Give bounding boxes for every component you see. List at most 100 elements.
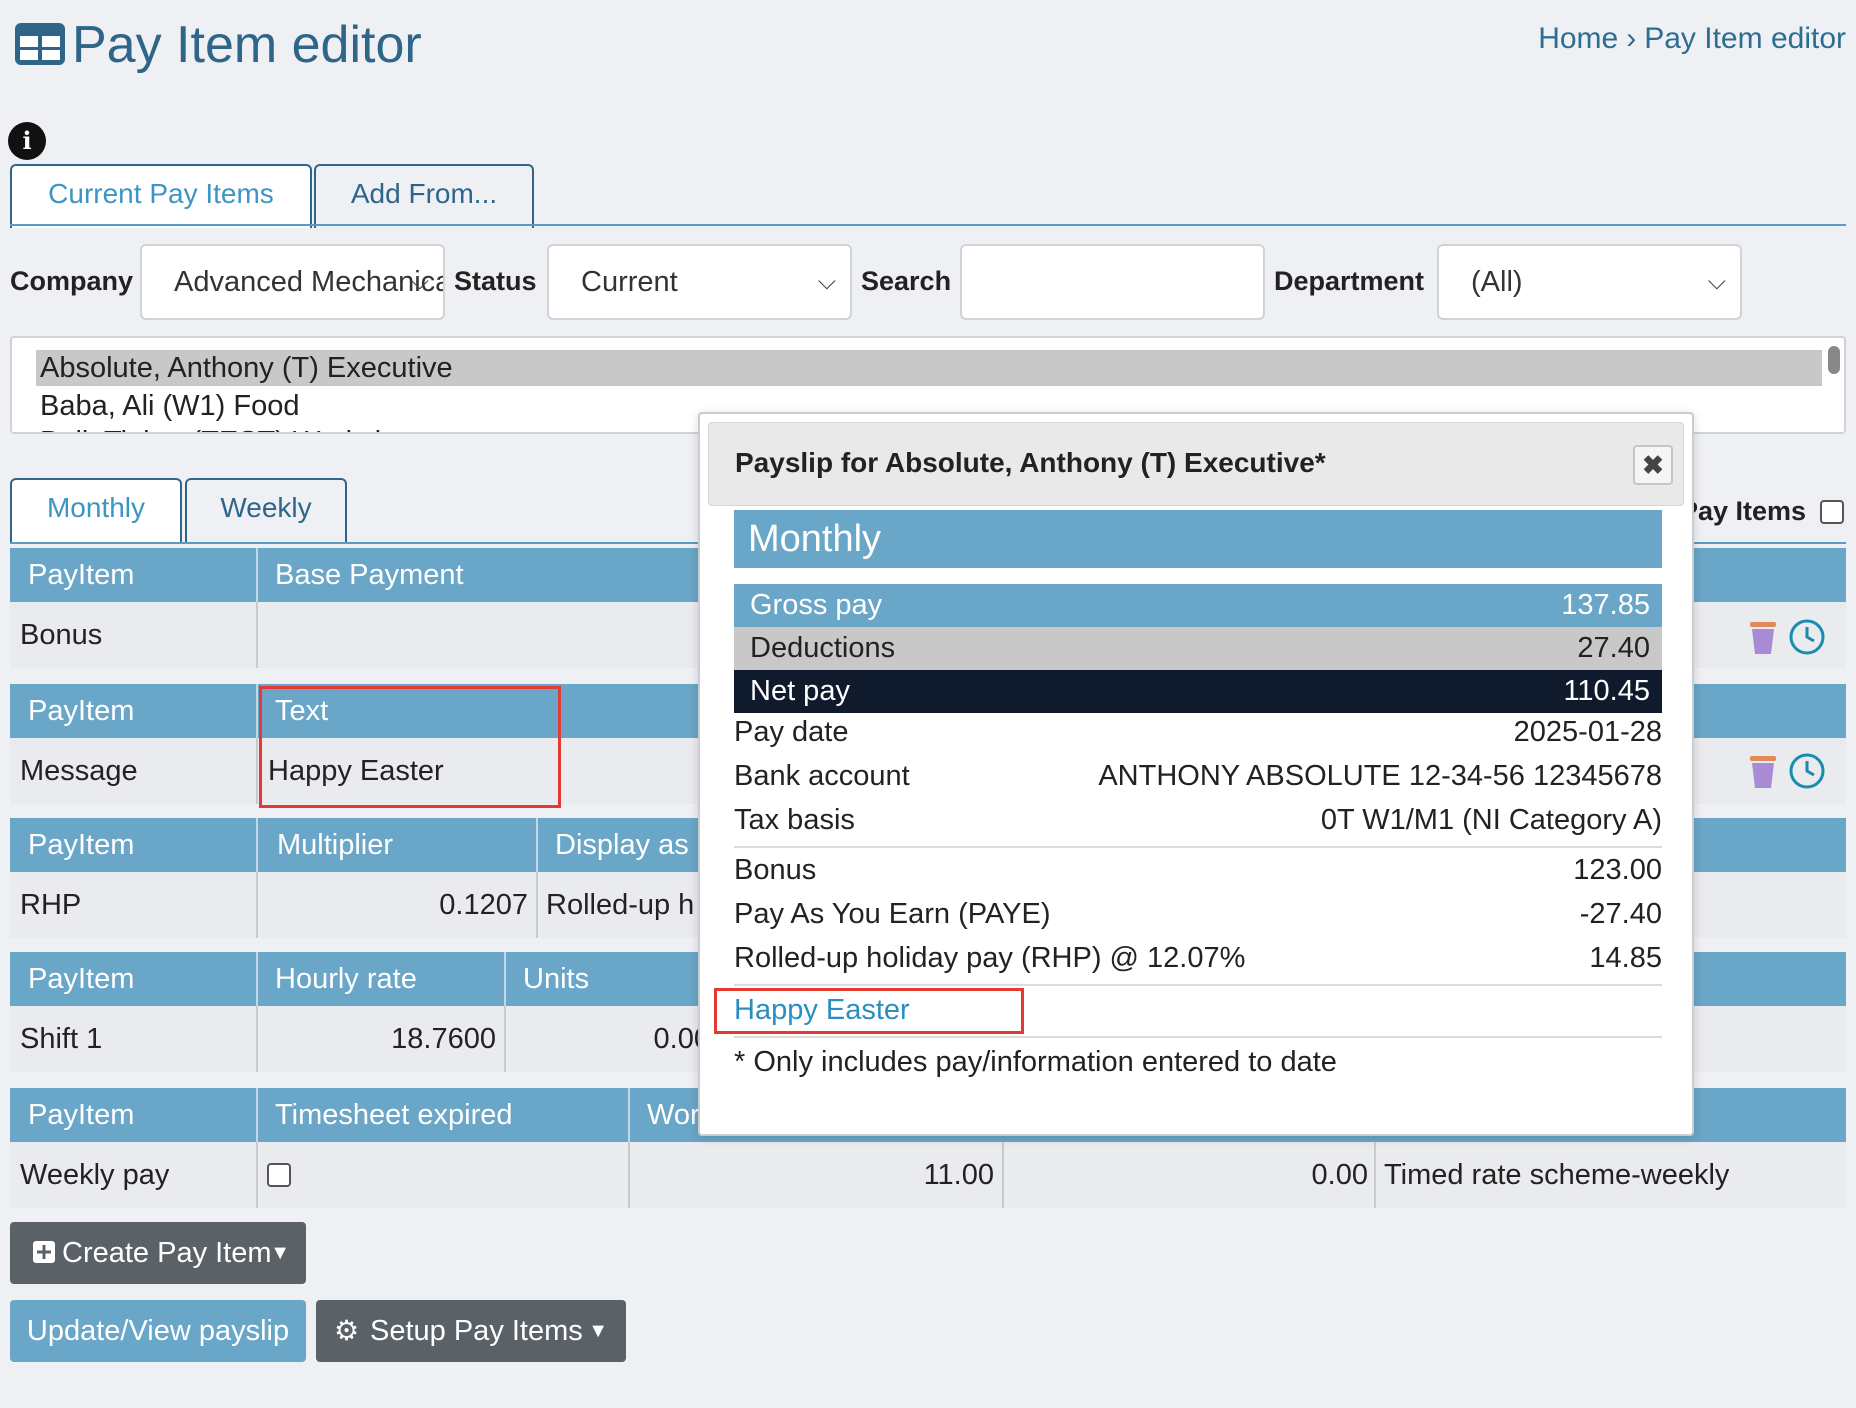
- gross-pay-label: Gross pay: [750, 589, 883, 621]
- pay-line-value: 123.00: [1573, 854, 1662, 886]
- employee-item[interactable]: Bell, Tinker (TEST) Workshop: [36, 424, 423, 432]
- table-cell[interactable]: 18.7600: [260, 1006, 496, 1072]
- divider: [734, 846, 1662, 848]
- pay-line-label: Pay As You Earn (PAYE): [734, 898, 1051, 930]
- payslip-dialog-header: Payslip for Absolute, Anthony (T) Execut…: [708, 422, 1684, 506]
- department-select[interactable]: (All) ⌵: [1437, 244, 1742, 320]
- deductions-row: Deductions 27.40: [734, 627, 1662, 670]
- highlight-box: [259, 686, 561, 808]
- pay-line: Rolled-up holiday pay (RHP) @ 12.07% 14.…: [734, 942, 1662, 982]
- plus-square-icon: [33, 1241, 55, 1263]
- pay-line: Pay As You Earn (PAYE) -27.40: [734, 898, 1662, 938]
- column-header: Units: [523, 963, 590, 995]
- table-row: Weekly pay 11.00 0.00 Timed rate scheme-…: [10, 1142, 1846, 1208]
- clock-icon[interactable]: [1788, 618, 1826, 656]
- tab-divider: [10, 224, 1846, 226]
- gear-icon: ⚙: [334, 1315, 360, 1346]
- show-all-label: Pay Items: [1680, 496, 1807, 526]
- caret-down-icon: ▼: [270, 1242, 290, 1264]
- gross-pay-value: 137.85: [1561, 589, 1650, 621]
- payslip-period: Monthly: [734, 510, 1662, 568]
- gross-pay-row: Gross pay 137.85: [734, 584, 1662, 627]
- pay-line-label: Bonus: [734, 854, 817, 886]
- column-header: PayItem: [28, 559, 135, 591]
- status-select[interactable]: Current ⌵: [547, 244, 852, 320]
- table-cell[interactable]: 0.00: [1006, 1142, 1368, 1208]
- column-header: PayItem: [28, 695, 135, 727]
- payslip-footnote: * Only includes pay/information entered …: [734, 1046, 1662, 1086]
- caret-down-icon: ▼: [588, 1320, 608, 1342]
- deductions-label: Deductions: [750, 632, 896, 664]
- department-label: Department: [1274, 266, 1425, 296]
- search-input[interactable]: [960, 244, 1265, 320]
- trash-icon[interactable]: [1746, 750, 1780, 790]
- divider: [734, 1036, 1662, 1038]
- column-header: PayItem: [28, 963, 135, 995]
- table-icon: [15, 23, 65, 65]
- table-cell[interactable]: 0.00: [510, 1006, 710, 1072]
- pay-date-value: 2025-01-28: [1513, 716, 1662, 748]
- table-cell: Weekly pay: [20, 1159, 170, 1191]
- status-select-value: Current: [581, 266, 678, 298]
- show-all-checkbox[interactable]: [1820, 500, 1844, 524]
- table-cell: Shift 1: [20, 1023, 103, 1055]
- company-select[interactable]: Advanced Mechanical Ltd ⌵: [140, 244, 445, 320]
- tax-basis-row: Tax basis 0T W1/M1 (NI Category A): [734, 804, 1662, 844]
- create-pay-item-button[interactable]: Create Pay Item ▼: [10, 1222, 306, 1284]
- column-header: Base Payment: [275, 559, 464, 591]
- trash-icon[interactable]: [1746, 616, 1780, 656]
- tab-current-pay-items[interactable]: Current Pay Items: [10, 164, 312, 228]
- table-cell[interactable]: Timed rate scheme-weekly: [1384, 1142, 1729, 1208]
- bank-account-label: Bank account: [734, 760, 910, 792]
- employee-item-selected[interactable]: Absolute, Anthony (T) Executive: [36, 350, 1822, 386]
- close-icon[interactable]: ✖: [1633, 445, 1673, 485]
- employee-item[interactable]: Baba, Ali (W1) Food: [36, 388, 300, 424]
- divider: [734, 984, 1662, 986]
- tax-basis-label: Tax basis: [734, 804, 855, 836]
- column-header: Timesheet expired: [275, 1099, 513, 1131]
- pay-line-value: 14.85: [1589, 942, 1662, 974]
- department-select-value: (All): [1471, 266, 1523, 298]
- list-scrollbar[interactable]: [1828, 346, 1840, 374]
- tax-basis-value: 0T W1/M1 (NI Category A): [1320, 804, 1662, 836]
- column-header: Wor: [647, 1099, 700, 1131]
- bank-account-value: ANTHONY ABSOLUTE 12-34-56 12345678: [1098, 760, 1662, 792]
- update-payslip-button[interactable]: Update/View payslip: [10, 1300, 306, 1362]
- column-header: Display as: [555, 829, 689, 861]
- clock-icon[interactable]: [1788, 752, 1826, 790]
- pay-line: Bonus 123.00: [734, 854, 1662, 894]
- pay-line-value: -27.40: [1579, 898, 1662, 930]
- company-label: Company: [10, 266, 134, 296]
- bank-account-row: Bank account ANTHONY ABSOLUTE 12-34-56 1…: [734, 760, 1662, 800]
- pay-line-label: Rolled-up holiday pay (RHP) @ 12.07%: [734, 942, 1246, 974]
- info-icon[interactable]: i: [8, 122, 46, 160]
- setup-pay-items-button[interactable]: ⚙ Setup Pay Items ▼: [316, 1300, 626, 1362]
- table-cell: RHP: [20, 889, 82, 921]
- deductions-value: 27.40: [1577, 632, 1650, 664]
- payslip-footnote-text: * Only includes pay/information entered …: [734, 1046, 1337, 1078]
- table-cell[interactable]: 0.1207: [260, 872, 528, 938]
- table-cell[interactable]: 11.00: [632, 1142, 994, 1208]
- net-pay-row: Net pay 110.45: [734, 670, 1662, 713]
- tab-add-from[interactable]: Add From...: [314, 164, 534, 228]
- page-title: Pay Item editor: [72, 16, 422, 74]
- breadcrumb-current: Pay Item editor: [1644, 22, 1846, 55]
- payslip-title: Payslip for Absolute, Anthony (T) Execut…: [735, 447, 1326, 478]
- net-pay-value: 110.45: [1563, 675, 1650, 707]
- table-cell: Message: [20, 755, 138, 787]
- table-cell: Bonus: [20, 619, 103, 651]
- company-select-value: Advanced Mechanical Ltd: [174, 266, 445, 298]
- payslip-dialog: Payslip for Absolute, Anthony (T) Execut…: [698, 412, 1694, 1136]
- column-header: Hourly rate: [275, 963, 417, 995]
- timesheet-expired-checkbox[interactable]: [267, 1163, 291, 1187]
- status-label: Status: [454, 266, 537, 296]
- setup-pay-items-label: Setup Pay Items: [370, 1315, 583, 1347]
- highlight-box: [714, 988, 1024, 1034]
- column-header: PayItem: [28, 829, 135, 861]
- table-cell[interactable]: Rolled-up h: [546, 872, 694, 938]
- tab-monthly[interactable]: Monthly: [10, 478, 182, 544]
- breadcrumb-home[interactable]: Home: [1538, 22, 1618, 55]
- pay-date-label: Pay date: [734, 716, 849, 748]
- tab-weekly[interactable]: Weekly: [185, 478, 347, 544]
- column-header: PayItem: [28, 1099, 135, 1131]
